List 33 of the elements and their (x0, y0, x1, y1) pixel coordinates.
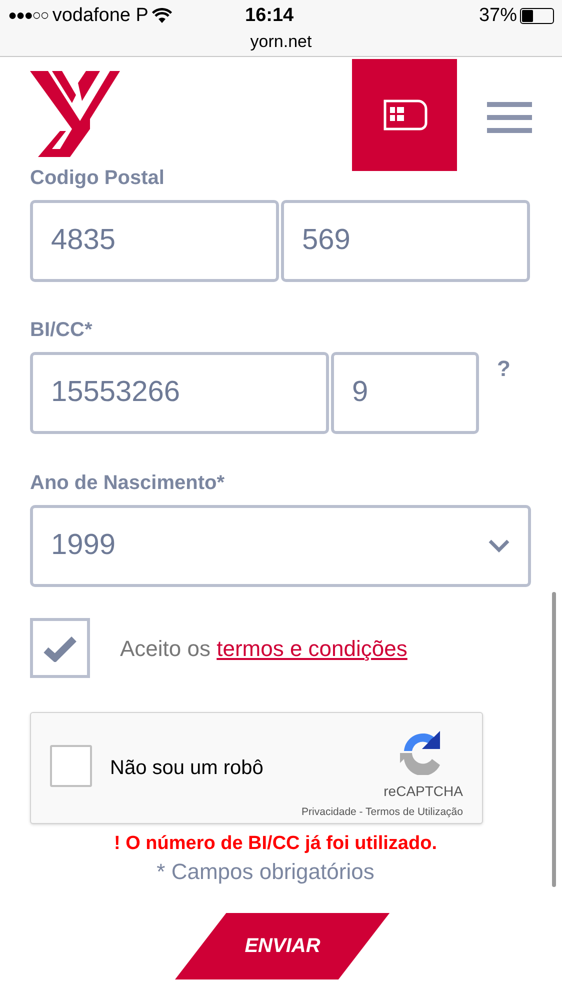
signal-strength-dots: ●●●○○ (8, 6, 48, 26)
error-message: ! O número de BI/CC já foi utilizado. (114, 832, 437, 856)
battery-percentage: 37% (478, 4, 517, 28)
carrier-name: vodafone P (52, 4, 148, 28)
input-field[interactable]: 569 (281, 200, 530, 282)
year-select[interactable]: 1999 (30, 505, 531, 587)
sim-card-icon (382, 99, 428, 131)
scrollbar[interactable] (552, 592, 556, 887)
input-field[interactable]: 9 (331, 352, 479, 434)
url-text: yorn.net (250, 32, 312, 52)
chevron-down-icon (488, 539, 510, 553)
required-fields-note: * Campos obrigatórios (156, 858, 374, 884)
sim-card-button[interactable] (352, 59, 457, 171)
battery-icon (520, 8, 554, 24)
captcha-checkbox[interactable] (50, 745, 92, 787)
field-label: Codigo Postal (30, 166, 166, 190)
wifi-icon (152, 8, 172, 24)
help-icon[interactable]: ? (497, 352, 510, 385)
field-label: Ano de Nascimento* (30, 471, 226, 495)
clock-time: 16:14 (245, 4, 294, 28)
logo-icon[interactable] (30, 71, 120, 159)
captcha-brand: reCAPTCHA (384, 782, 463, 801)
input-field[interactable]: 4835 (30, 200, 279, 282)
terms-checkbox[interactable] (30, 618, 90, 678)
terms-link[interactable]: termos e condições (216, 636, 408, 660)
captcha-footer-links[interactable]: Privacidade - Termos de Utilização (302, 805, 463, 821)
menu-button[interactable] (487, 102, 532, 133)
submit-button[interactable]: ENVIAR (175, 912, 390, 980)
captcha-label: Não sou um robô (110, 756, 264, 781)
input-field[interactable]: 15553266 (30, 352, 329, 434)
field-label: BI/CC* (30, 318, 94, 342)
terms-text: Aceito os termos e condições (120, 634, 408, 663)
check-icon (43, 634, 77, 662)
